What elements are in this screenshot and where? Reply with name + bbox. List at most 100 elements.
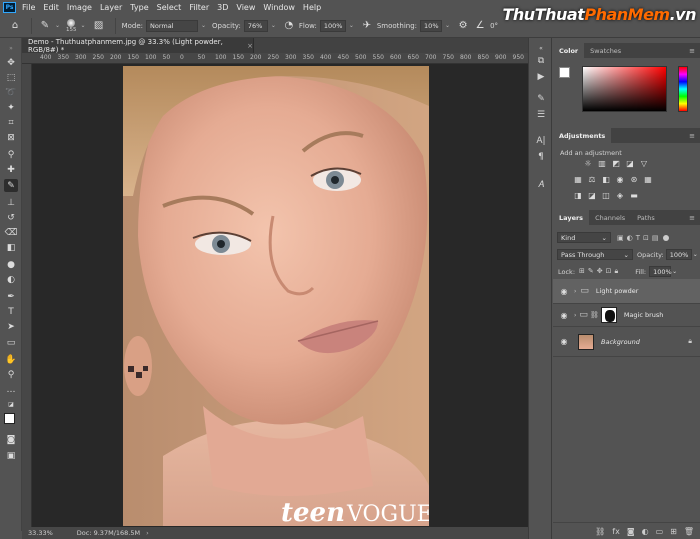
flow-input[interactable]: 100% [319,19,346,32]
new-group-icon[interactable]: ▭ [656,527,664,536]
layer-filter-kind-select[interactable]: Kind ⌄ [557,232,611,243]
quick-mask-icon[interactable]: ◙ [4,433,18,446]
filter-type-icons[interactable]: ▣◐T⊡▤ [617,234,661,242]
close-icon[interactable]: × [247,42,253,50]
color-balance-icon[interactable]: ⚖ [587,174,597,184]
crop-tool-icon[interactable]: ⌗ [4,116,18,129]
chevron-right-icon[interactable]: › [574,312,576,319]
brush-tool-icon[interactable]: ✎ [4,179,18,192]
layer-style-icon[interactable]: fx [612,527,620,536]
document-image[interactable]: teen VOGUE [123,66,429,526]
new-layer-icon[interactable]: ⊞ [670,527,677,536]
eye-icon[interactable]: ◉ [558,337,570,346]
dodge-tool-icon[interactable]: ◐ [4,273,18,286]
rectangle-tool-icon[interactable]: ▭ [4,336,18,349]
panel-menu-icon[interactable]: ≡ [689,132,695,140]
more-tools-icon[interactable]: … [4,383,18,396]
eraser-tool-icon[interactable]: ⌫ [4,226,18,239]
brush-settings-icon[interactable]: ▨ [92,19,106,33]
menu-help[interactable]: Help [303,3,321,12]
glyphs-icon[interactable]: 𝐴 [534,178,548,191]
panel-menu-icon[interactable]: ≡ [689,47,695,55]
tab-layers[interactable]: Layers [553,210,590,225]
clone-stamp-tool-icon[interactable]: ⊥ [4,196,18,209]
chevron-down-icon[interactable]: ⌄ [693,251,698,258]
foreground-color-swatch[interactable] [4,413,15,424]
menu-select[interactable]: Select [157,3,182,12]
layer-row-magic-brush[interactable]: ◉ › ▭ ⛓ Magic brush [553,304,700,327]
gradient-tool-icon[interactable]: ◧ [4,241,18,254]
menu-3d[interactable]: 3D [217,3,228,12]
gradient-map-icon[interactable]: ▬ [629,190,639,200]
hand-tool-icon[interactable]: ✋ [4,353,18,366]
smoothing-options-gear-icon[interactable]: ⚙ [456,19,470,33]
exposure-icon[interactable]: ◪ [625,158,635,168]
brightness-contrast-icon[interactable]: ☼ [583,158,593,168]
chevron-down-icon[interactable]: ⌄ [349,22,354,29]
marquee-tool-icon[interactable]: ⬚ [4,71,18,84]
menu-file[interactable]: File [22,3,35,12]
frame-tool-icon[interactable]: ⊠ [4,131,18,144]
link-layers-icon[interactable]: ⛓ [595,527,605,536]
smoothing-input[interactable]: 10% [420,19,443,32]
layer-mask-thumbnail[interactable] [600,307,617,323]
brush-settings-icon[interactable]: ✎ [534,92,548,105]
menu-image[interactable]: Image [67,3,92,12]
blur-tool-icon[interactable]: ● [4,258,18,271]
layer-row-background[interactable]: ◉ Background 🔒︎ [553,327,700,357]
brush-tool-icon[interactable]: ✎ [38,19,52,33]
lasso-tool-icon[interactable]: ➰ [4,86,18,99]
posterize-icon[interactable]: ◪ [587,190,597,200]
chevron-down-icon[interactable]: ⌄ [672,268,677,275]
default-colors-icon[interactable]: ◪ [4,398,18,411]
tab-adjustments[interactable]: Adjustments [553,128,612,143]
chevron-down-icon[interactable]: ⌄ [445,22,450,29]
paragraph-icon[interactable]: ¶ [534,150,548,163]
menu-type[interactable]: Type [130,3,148,12]
menu-view[interactable]: View [236,3,255,12]
angle-value[interactable]: 0° [490,22,498,30]
tab-color[interactable]: Color [553,43,585,58]
opacity-input[interactable]: 76% [243,19,268,32]
mode-select[interactable]: Normal [146,19,198,32]
menu-edit[interactable]: Edit [43,3,59,12]
tab-channels[interactable]: Channels [589,210,631,225]
eye-icon[interactable]: ◉ [558,287,570,296]
curves-icon[interactable]: ◩ [611,158,621,168]
eye-icon[interactable]: ◉ [558,311,570,320]
hue-slider[interactable] [678,66,688,112]
menu-window[interactable]: Window [263,3,295,12]
vibrance-icon[interactable]: ▽ [639,158,649,168]
pressure-opacity-icon[interactable]: ◔ [282,19,296,33]
history-brush-tool-icon[interactable]: ↺ [4,211,18,224]
brush-preset-picker[interactable]: 155 [66,18,77,33]
chevron-down-icon[interactable]: ⌄ [55,22,60,29]
actions-play-icon[interactable]: ▶ [534,70,548,83]
type-tool-icon[interactable]: T [4,305,18,318]
history-icon[interactable]: ⧉ [534,54,548,67]
add-mask-icon[interactable]: ◙ [627,527,635,536]
layer-row-light-powder[interactable]: ◉ › ▭ Light powder [553,279,700,304]
selective-color-icon[interactable]: ◈ [615,190,625,200]
layer-opacity-input[interactable]: 100% [665,249,692,260]
black-white-icon[interactable]: ◧ [601,174,611,184]
screen-mode-icon[interactable]: ▣ [4,449,18,462]
photo-filter-icon[interactable]: ◉ [615,174,625,184]
healing-brush-tool-icon[interactable]: ✚ [4,163,18,176]
quick-selection-tool-icon[interactable]: ✦ [4,101,18,114]
toolbar-collapse-icon[interactable]: » [4,42,18,55]
zoom-tool-icon[interactable]: ⚲ [4,368,18,381]
chevron-right-icon[interactable]: › [146,529,149,537]
invert-icon[interactable]: ◨ [573,190,583,200]
document-tab[interactable]: Demo - Thuthuatphanmem.jpg @ 33.3% (Ligh… [22,38,254,54]
color-picker-field[interactable] [582,66,667,112]
character-icon[interactable]: A| [534,134,548,147]
hue-saturation-icon[interactable]: ▦ [573,174,583,184]
chevron-down-icon[interactable]: ⌄ [81,22,86,29]
tab-swatches[interactable]: Swatches [584,43,627,58]
panel-menu-icon[interactable]: ≡ [689,214,695,222]
home-icon[interactable]: ⌂ [8,19,22,33]
channel-mixer-icon[interactable]: ⊛ [629,174,639,184]
menu-filter[interactable]: Filter [189,3,209,12]
lock-options-icons[interactable]: ⊞✎✥⊡🔒︎ [579,267,621,276]
